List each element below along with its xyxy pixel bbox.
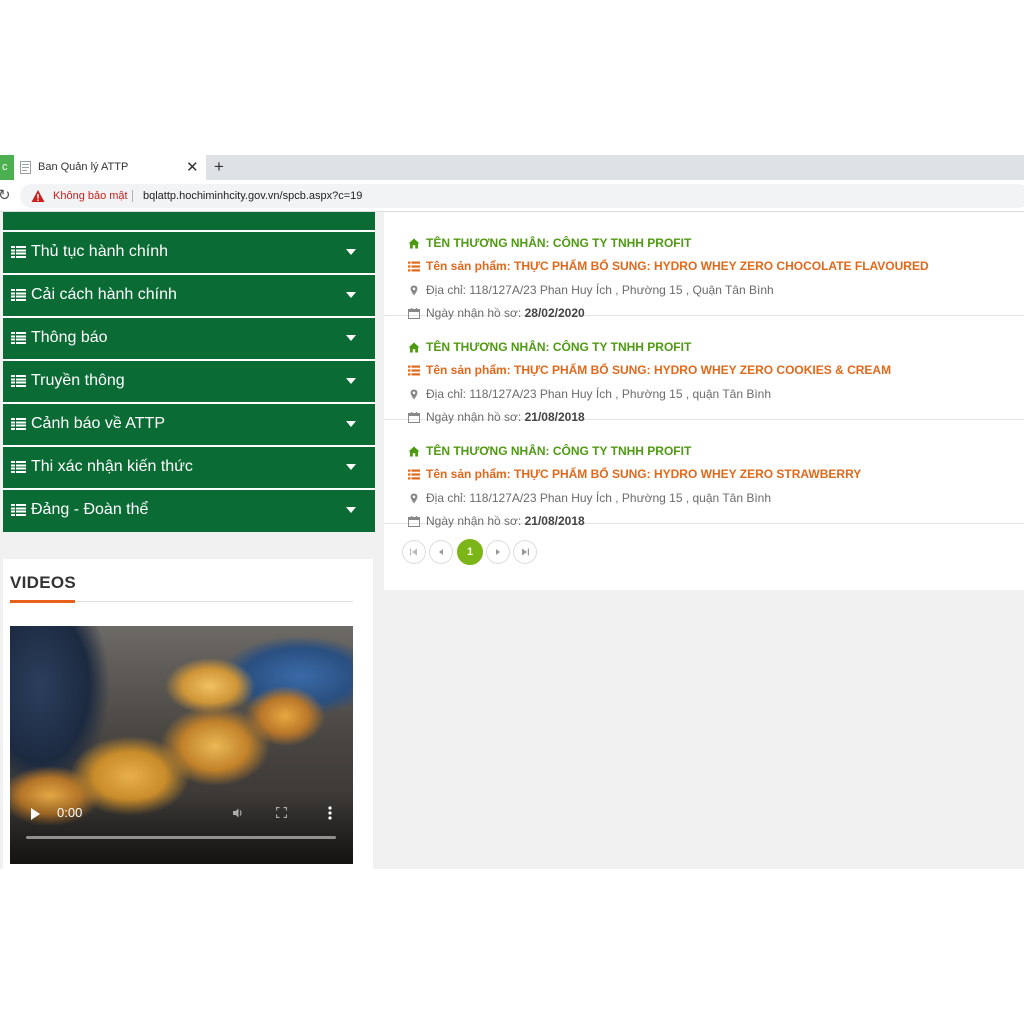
next-page-button[interactable]: [486, 540, 510, 564]
last-page-button[interactable]: [513, 540, 537, 564]
screenshot: c Ban Quản lý ATTP ✕ + ↻ Không bảo mật b…: [0, 155, 1024, 869]
list-icon: [408, 469, 420, 480]
video-player[interactable]: 0:00: [10, 626, 353, 864]
menu-list-icon: [11, 246, 26, 258]
first-page-icon: [410, 548, 417, 556]
menu-list-icon: [11, 375, 26, 387]
browser-tab-bar: c Ban Quản lý ATTP ✕ +: [0, 155, 1024, 180]
previous-page-icon: [439, 549, 443, 555]
address-bar[interactable]: Không bảo mật bqlattp.hochiminhcity.gov.…: [20, 184, 1024, 208]
sidebar-item-thi-xac-nhan-kien-thuc[interactable]: Thi xác nhận kiến thức: [3, 445, 375, 487]
address-text: Địa chỉ: 118/127A/23 Phan Huy Ích , Phườ…: [426, 387, 772, 401]
map-marker-icon: [410, 493, 418, 504]
videos-heading: VIDEOS: [10, 573, 77, 592]
caret-down-icon[interactable]: [346, 249, 356, 255]
menu-list-icon: [11, 504, 26, 516]
active-tab[interactable]: Ban Quản lý ATTP ✕: [14, 155, 206, 180]
list-icon: [408, 261, 420, 272]
product-list: TÊN THƯƠNG NHÂN: CÔNG TY TNHH PROFIT Tên…: [384, 212, 1024, 590]
video-progress-bar[interactable]: [26, 836, 336, 839]
new-tab-button[interactable]: +: [210, 155, 228, 179]
caret-down-icon[interactable]: [346, 335, 356, 341]
home-icon: [408, 446, 420, 457]
warning-icon[interactable]: [31, 189, 45, 203]
first-page-button[interactable]: [402, 540, 426, 564]
sidebar-item-thu-tuc-hanh-chinh[interactable]: Thủ tục hành chính: [3, 230, 375, 272]
product-name[interactable]: Tên sản phẩm: THỰC PHẨM BỔ SUNG: HYDRO W…: [426, 259, 929, 274]
heading-underline: [10, 600, 75, 603]
url-separator: [132, 190, 133, 202]
merchant-name[interactable]: TÊN THƯƠNG NHÂN: CÔNG TY TNHH PROFIT: [426, 236, 691, 251]
more-options-icon[interactable]: [328, 806, 332, 820]
sidebar-item-label: Truyền thông: [31, 372, 125, 389]
previous-tab[interactable]: c: [0, 155, 14, 180]
list-item: TÊN THƯƠNG NHÂN: CÔNG TY TNHH PROFIT Tên…: [384, 420, 1024, 528]
caret-down-icon[interactable]: [346, 378, 356, 384]
video-time: 0:00: [57, 805, 83, 820]
caret-down-icon[interactable]: [346, 464, 356, 470]
tab-close-icon[interactable]: ✕: [186, 155, 199, 180]
date-text: Ngày nhận hồ sơ: 21/08/2018: [426, 514, 585, 529]
url-text[interactable]: bqlattp.hochiminhcity.gov.vn/spcb.aspx?c…: [143, 184, 362, 208]
product-name[interactable]: Tên sản phẩm: THỰC PHẨM BỔ SUNG: HYDRO W…: [426, 363, 891, 378]
tab-title: Ban Quản lý ATTP: [38, 161, 129, 173]
merchant-name[interactable]: TÊN THƯƠNG NHÂN: CÔNG TY TNHH PROFIT: [426, 340, 691, 355]
sidebar-item-cai-cach-hanh-chinh[interactable]: Cải cách hành chính: [3, 273, 375, 315]
list-item: TÊN THƯƠNG NHÂN: CÔNG TY TNHH PROFIT Tên…: [384, 212, 1024, 320]
sidebar-item-dang-doan-the[interactable]: Đảng - Đoàn thể: [3, 488, 375, 530]
caret-down-icon[interactable]: [346, 421, 356, 427]
list-item: TÊN THƯƠNG NHÂN: CÔNG TY TNHH PROFIT Tên…: [384, 316, 1024, 424]
address-text: Địa chỉ: 118/127A/23 Phan Huy Ích , Phườ…: [426, 491, 772, 505]
caret-down-icon[interactable]: [346, 507, 356, 513]
menu-list-icon: [11, 418, 26, 430]
sidebar-item-label: Cảnh báo về ATTP: [31, 415, 165, 432]
address-text: Địa chỉ: 118/127A/23 Phan Huy Ích , Phườ…: [426, 283, 774, 297]
next-page-icon: [496, 549, 500, 555]
home-icon: [408, 238, 420, 249]
videos-panel: VIDEOS 0:00: [3, 559, 373, 869]
volume-icon[interactable]: [232, 807, 244, 819]
browser-toolbar: ↻ Không bảo mật bqlattp.hochiminhcity.go…: [0, 180, 1024, 212]
map-marker-icon: [410, 389, 418, 400]
product-name[interactable]: Tên sản phẩm: THỰC PHẨM BỔ SUNG: HYDRO W…: [426, 467, 861, 482]
sidebar-item-label: Thi xác nhận kiến thức: [31, 458, 193, 475]
sidebar-item-canh-bao-attp[interactable]: Cảnh báo về ATTP: [3, 402, 375, 444]
sidebar-menu: Thủ tục hành chính Cải cách hành chính T…: [3, 212, 375, 532]
home-icon: [408, 342, 420, 353]
list-icon: [408, 365, 420, 376]
page-favicon-icon: [20, 161, 31, 174]
merchant-name[interactable]: TÊN THƯƠNG NHÂN: CÔNG TY TNHH PROFIT: [426, 444, 691, 459]
sidebar-item-label: Đảng - Đoàn thể: [31, 501, 149, 518]
sidebar-item-truyen-thong[interactable]: Truyền thông: [3, 359, 375, 401]
sidebar-item-label: Thông báo: [31, 329, 108, 346]
map-marker-icon: [410, 285, 418, 296]
page-1-button[interactable]: 1: [457, 539, 483, 565]
not-secure-label[interactable]: Không bảo mật: [53, 184, 128, 208]
menu-list-icon: [11, 289, 26, 301]
sidebar-item-label: Cải cách hành chính: [31, 286, 177, 303]
fullscreen-icon[interactable]: [276, 807, 287, 818]
date-label: Ngày nhận hồ sơ:: [426, 514, 522, 528]
menu-list-icon: [11, 332, 26, 344]
play-icon[interactable]: [31, 808, 40, 820]
sidebar-item-label: Thủ tục hành chính: [31, 243, 168, 260]
calendar-icon: [408, 516, 420, 527]
sidebar-item-thong-bao[interactable]: Thông báo: [3, 316, 375, 358]
last-page-icon: [522, 548, 529, 556]
reload-icon[interactable]: ↻: [0, 180, 11, 212]
menu-list-icon: [11, 461, 26, 473]
previous-page-button[interactable]: [429, 540, 453, 564]
date-value: 21/08/2018: [524, 514, 585, 528]
caret-down-icon[interactable]: [346, 292, 356, 298]
